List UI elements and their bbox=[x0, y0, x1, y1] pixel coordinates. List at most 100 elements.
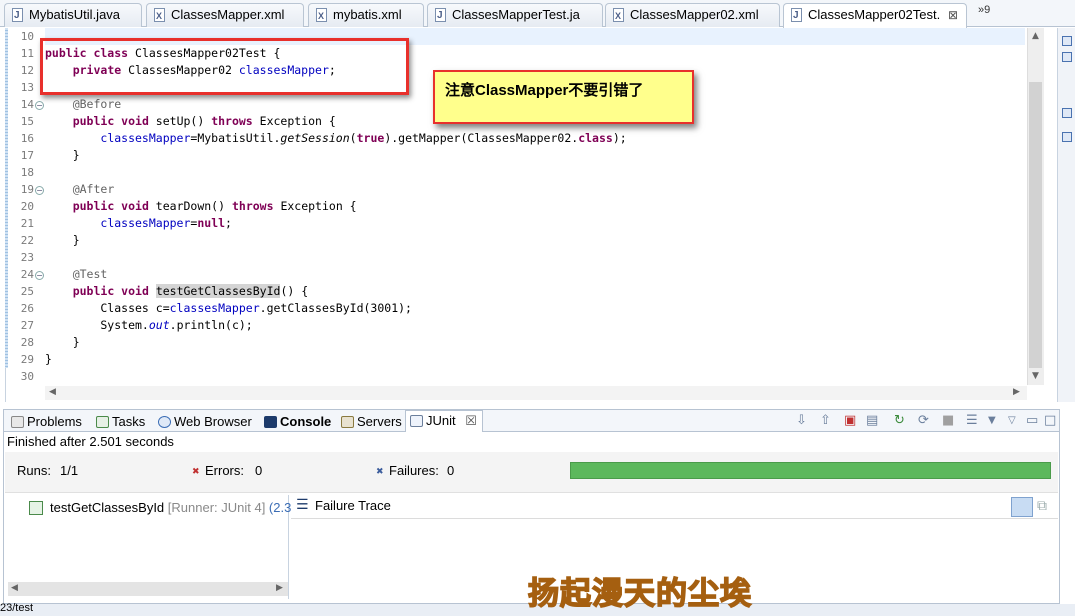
errors-value: 0 bbox=[255, 463, 263, 478]
scroll-left-icon[interactable]: ◀ bbox=[49, 387, 56, 397]
test-run-history-icon[interactable]: ☰ bbox=[966, 413, 978, 428]
code-token: ( bbox=[349, 131, 357, 145]
finished-status: Finished after 2.501 seconds bbox=[7, 434, 174, 449]
previous-failure-icon[interactable]: ⇧ bbox=[820, 413, 831, 428]
fold-toggle-icon[interactable]: − bbox=[35, 186, 44, 195]
line-number: 14 bbox=[20, 98, 34, 111]
tab-classesmappertest-java[interactable]: ClassesMapperTest.ja bbox=[427, 3, 603, 27]
horizontal-scrollbar[interactable]: ◀ ▶ bbox=[45, 386, 1027, 400]
tab-label: Problems bbox=[27, 414, 82, 429]
maximize-icon[interactable]: □ bbox=[1044, 413, 1056, 428]
outline-view-icon[interactable] bbox=[1062, 132, 1072, 142]
junit-icon bbox=[410, 415, 423, 427]
xml-file-icon bbox=[316, 5, 327, 27]
console-icon bbox=[264, 416, 277, 428]
tab-console[interactable]: Console bbox=[260, 412, 331, 432]
scroll-left-icon[interactable]: ◀ bbox=[11, 583, 18, 593]
view-menu-icon[interactable]: ▽ bbox=[1008, 415, 1016, 426]
line-number: 12 bbox=[20, 64, 34, 77]
error-icon: ✖ bbox=[192, 466, 200, 476]
xml-file-icon bbox=[154, 5, 165, 27]
code-token: public void bbox=[72, 284, 149, 298]
line-number: 16 bbox=[20, 132, 34, 145]
code-token: tearDown() bbox=[148, 199, 232, 213]
fold-toggle-icon[interactable]: − bbox=[35, 101, 44, 110]
runs-label: Runs: bbox=[17, 463, 51, 478]
scroll-right-icon[interactable]: ▶ bbox=[1013, 387, 1020, 397]
filter-stack-icon[interactable] bbox=[1011, 497, 1033, 517]
task-list-icon[interactable] bbox=[1062, 108, 1072, 118]
java-file-icon bbox=[791, 5, 802, 27]
code-line-28: } bbox=[45, 334, 1025, 351]
line-number: 29 bbox=[20, 353, 34, 366]
close-tab-icon[interactable]: ☒ bbox=[465, 413, 477, 428]
line-number: 22 bbox=[20, 234, 34, 247]
outline-strip bbox=[1057, 28, 1075, 402]
tab-label: JUnit bbox=[426, 413, 456, 428]
tab-classesmapper-xml[interactable]: ClassesMapper.xml bbox=[146, 3, 304, 27]
compare-results-icon[interactable]: ⧉ bbox=[1037, 498, 1047, 514]
tab-label: mybatis.xml bbox=[333, 7, 402, 22]
minimize-icon[interactable]: ▭ bbox=[1026, 413, 1038, 428]
rerun-failed-icon[interactable]: ⟳ bbox=[918, 413, 929, 428]
code-line-29: } bbox=[45, 351, 1025, 368]
fold-toggle-icon[interactable]: − bbox=[35, 271, 44, 280]
tab-classesmapper02test-java[interactable]: ClassesMapper02Test. ⊠ bbox=[783, 3, 967, 28]
tab-mybatisutil-java[interactable]: MybatisUtil.java bbox=[4, 3, 142, 27]
tab-web-browser[interactable]: Web Browser bbox=[154, 412, 252, 432]
history-dropdown-icon[interactable]: ▼ bbox=[988, 415, 996, 426]
code-token: ; bbox=[225, 216, 232, 230]
code-line-26: Classes c=classesMapper.getClassesById(3… bbox=[45, 300, 1025, 317]
tab-problems[interactable]: Problems bbox=[7, 412, 82, 432]
test-progress-bar bbox=[570, 462, 1051, 479]
code-token: @Before bbox=[72, 97, 122, 111]
tab-label: Console bbox=[280, 414, 332, 429]
line-number: 17 bbox=[20, 149, 34, 162]
stop-icon[interactable]: ■ bbox=[942, 413, 954, 428]
problems-icon bbox=[11, 416, 24, 428]
code-token: Classes c= bbox=[45, 301, 170, 315]
scroll-right-icon[interactable]: ▶ bbox=[276, 583, 283, 593]
scroll-lock-icon[interactable]: ▤ bbox=[866, 413, 878, 428]
rerun-test-icon[interactable]: ↻ bbox=[894, 413, 905, 428]
java-file-icon bbox=[12, 5, 23, 27]
code-token: null bbox=[197, 216, 226, 230]
line-number: 24 bbox=[20, 268, 34, 281]
code-token: } bbox=[45, 233, 80, 247]
tab-label: Servers bbox=[357, 414, 402, 429]
test-passed-icon bbox=[29, 501, 43, 515]
code-token: throws bbox=[231, 199, 274, 213]
scroll-down-icon[interactable]: ▼ bbox=[1032, 371, 1039, 381]
hierarchy-icon[interactable] bbox=[1062, 52, 1072, 62]
scrollbar-thumb[interactable] bbox=[1029, 82, 1042, 368]
tab-classesmapper02-xml[interactable]: ClassesMapper02.xml bbox=[605, 3, 780, 27]
code-token: ); bbox=[612, 131, 627, 145]
runs-value: 1/1 bbox=[60, 463, 79, 478]
close-tab-icon[interactable]: ⊠ bbox=[948, 4, 958, 26]
tab-overflow-button[interactable]: »9 bbox=[978, 4, 990, 16]
line-number: 20 bbox=[20, 200, 34, 213]
scroll-up-icon[interactable]: ▲ bbox=[1032, 31, 1039, 41]
code-token: () { bbox=[280, 284, 309, 298]
test-runner: [Runner: JUnit 4] bbox=[164, 500, 266, 515]
tab-mybatis-xml[interactable]: mybatis.xml bbox=[308, 3, 424, 27]
code-token: class bbox=[578, 131, 613, 145]
tree-scrollbar[interactable]: ◀ ▶ bbox=[8, 582, 288, 596]
code-token: true bbox=[356, 131, 385, 145]
line-number: 11 bbox=[20, 47, 34, 60]
tab-tasks[interactable]: Tasks bbox=[92, 412, 145, 432]
show-failures-only-icon[interactable]: ▣ bbox=[844, 413, 856, 428]
code-token: out bbox=[148, 318, 170, 332]
outline-icon[interactable] bbox=[1062, 36, 1072, 46]
tab-junit[interactable]: JUnit ☒ bbox=[405, 410, 483, 432]
next-failure-icon[interactable]: ⇩ bbox=[796, 413, 807, 428]
test-tree-item[interactable]: testGetClassesById [Runner: JUnit 4] (2.… bbox=[50, 500, 310, 515]
code-token: classesMapper bbox=[100, 131, 191, 145]
tab-servers[interactable]: Servers bbox=[337, 412, 402, 432]
line-number: 26 bbox=[20, 302, 34, 315]
code-line-24: @Test bbox=[45, 266, 1025, 283]
code-line-25: public void testGetClassesById() { bbox=[45, 283, 1025, 300]
